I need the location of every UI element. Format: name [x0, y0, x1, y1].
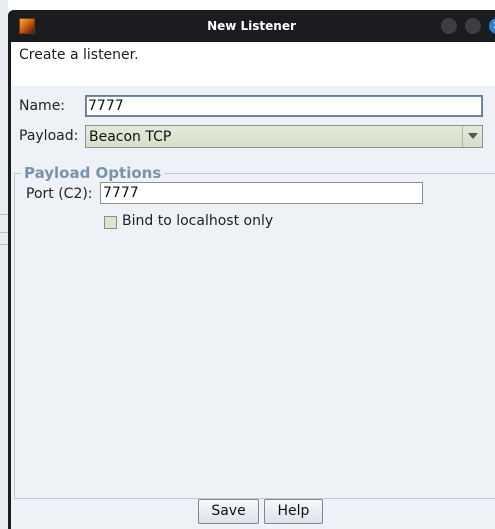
background-divider — [0, 214, 8, 215]
description-panel: Create a listener. — [11, 42, 495, 86]
port-label: Port (C2): — [26, 186, 93, 202]
minimize-icon[interactable] — [441, 18, 457, 34]
maximize-icon[interactable] — [465, 18, 481, 34]
help-button[interactable]: Help — [264, 499, 323, 524]
window-title: New Listener — [207, 19, 296, 33]
background-window-edge — [0, 0, 8, 529]
background-divider — [0, 232, 8, 233]
name-label: Name: — [19, 98, 66, 114]
payload-select-value: Beacon TCP — [89, 129, 172, 145]
bind-localhost-checkbox[interactable] — [104, 216, 117, 229]
payload-select[interactable]: Beacon TCP — [85, 125, 483, 148]
name-input[interactable] — [85, 95, 483, 117]
description-text: Create a listener. — [19, 47, 139, 63]
bind-localhost-label[interactable]: Bind to localhost only — [122, 213, 273, 229]
payload-label: Payload: — [19, 128, 79, 144]
title-bar[interactable]: New Listener ✕ — [8, 10, 495, 42]
chevron-down-icon[interactable] — [462, 126, 482, 147]
new-listener-dialog: New Listener ✕ Create a listener. Name: … — [8, 10, 495, 529]
background-divider — [0, 244, 8, 245]
dialog-content: Create a listener. Name: Payload: Beacon… — [11, 42, 495, 529]
save-button[interactable]: Save — [198, 499, 259, 524]
payload-options-title: Payload Options — [21, 164, 165, 182]
port-input[interactable] — [100, 182, 423, 204]
